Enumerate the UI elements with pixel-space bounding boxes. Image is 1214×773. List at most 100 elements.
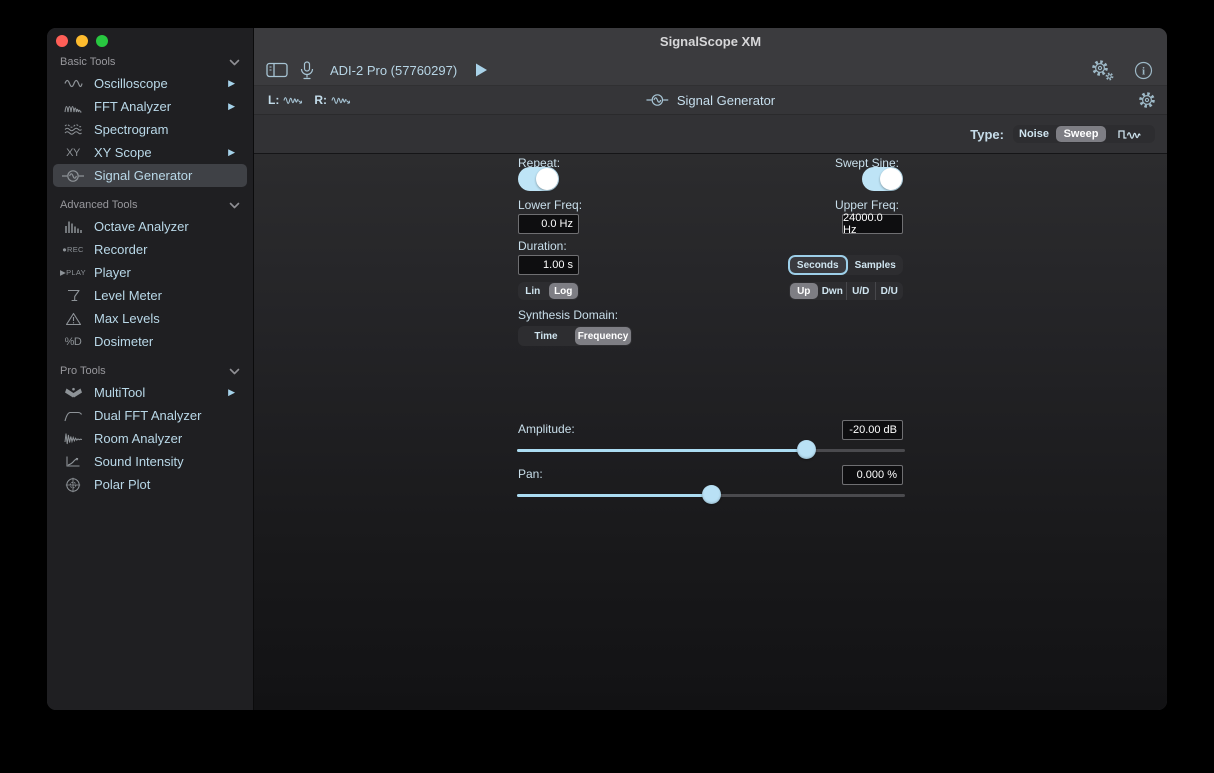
sidebar-item-label: Polar Plot — [94, 477, 241, 492]
main-area: SignalScope XM ADI-2 Pro (57760297) — [254, 28, 1167, 710]
direction-up-down[interactable]: U/D — [846, 282, 875, 300]
window-title: SignalScope XM — [660, 34, 761, 49]
window-controls — [56, 35, 108, 47]
repeat-toggle[interactable] — [518, 167, 559, 191]
amplitude-label: Amplitude: — [518, 422, 575, 436]
duration-unit-segmented-control: Seconds Samples — [788, 255, 903, 275]
duration-input[interactable]: 1.00 s — [518, 255, 579, 275]
pan-input[interactable]: 0.000 % — [842, 465, 903, 485]
sidebar-item-fft-analyzer[interactable]: FFT Analyzer ▶ — [53, 95, 247, 118]
sidebar-item-sound-intensity[interactable]: Sound Intensity — [53, 450, 247, 473]
disclosure-arrow-icon[interactable]: ▶ — [228, 78, 241, 89]
sidebar-item-label: Dosimeter — [94, 334, 241, 349]
direction-down[interactable]: Dwn — [819, 282, 847, 300]
signal-generator-panel: Repeat: Swept Sine: Lower Freq: 0.0 Hz U… — [254, 154, 1167, 710]
dual-fft-icon — [59, 410, 87, 422]
pan-slider[interactable] — [517, 485, 905, 505]
direction-down-up[interactable]: D/U — [875, 282, 904, 300]
sidebar-item-label: Recorder — [94, 242, 241, 257]
upper-freq-label: Upper Freq: — [799, 198, 899, 212]
polar-plot-icon — [59, 477, 87, 493]
sidebar-item-label: FFT Analyzer — [94, 99, 228, 114]
sidebar-item-label: Level Meter — [94, 288, 241, 303]
sidebar-item-octave-analyzer[interactable]: Octave Analyzer — [53, 215, 247, 238]
tool-title: Signal Generator — [677, 93, 775, 108]
synthesis-time[interactable]: Time — [518, 326, 574, 346]
percent-d-icon: %D — [59, 336, 87, 348]
chevron-down-icon[interactable] — [229, 368, 240, 375]
sidebar-item-max-levels[interactable]: Max Levels — [53, 307, 247, 330]
sidebar-tool-list: Basic Tools Oscilloscope ▶ FFT Analyzer … — [47, 52, 253, 496]
sidebar-toggle-icon[interactable] — [266, 62, 288, 78]
chevron-down-icon[interactable] — [229, 59, 240, 66]
sidebar-section-advanced-tools[interactable]: Advanced Tools — [47, 195, 253, 215]
amplitude-slider[interactable] — [517, 440, 905, 460]
close-window-button[interactable] — [56, 35, 68, 47]
sidebar-item-dosimeter[interactable]: %D Dosimeter — [53, 330, 247, 353]
section-header-label: Advanced Tools — [60, 199, 137, 211]
square-sine-wave-icon[interactable] — [1107, 125, 1155, 143]
microphone-icon[interactable] — [300, 61, 314, 80]
swept-sine-toggle[interactable] — [862, 167, 903, 191]
signal-generator-icon — [59, 169, 87, 183]
sidebar-item-multitool[interactable]: MultiTool ▶ — [53, 381, 247, 404]
type-option-sweep[interactable]: Sweep — [1056, 126, 1106, 142]
play-text-icon: ▶PLAY — [59, 268, 87, 277]
disclosure-arrow-icon[interactable]: ▶ — [228, 147, 241, 158]
chevron-down-icon[interactable] — [229, 202, 240, 209]
sidebar-item-player[interactable]: ▶PLAY Player — [53, 261, 247, 284]
right-channel-label: R: — [314, 93, 327, 107]
duration-unit-samples[interactable]: Samples — [848, 255, 904, 275]
sidebar-item-signal-generator[interactable]: Signal Generator — [53, 164, 247, 187]
lower-freq-label: Lower Freq: — [518, 198, 582, 212]
sidebar-item-dual-fft-analyzer[interactable]: Dual FFT Analyzer — [53, 404, 247, 427]
sidebar-section-basic-tools[interactable]: Basic Tools — [47, 52, 253, 72]
play-button[interactable] — [473, 62, 489, 78]
lower-freq-input[interactable]: 0.0 Hz — [518, 214, 579, 234]
left-channel-waveform-icon[interactable] — [283, 94, 304, 107]
sidebar-item-label: Signal Generator — [94, 168, 241, 183]
upper-freq-input[interactable]: 24000.0 Hz — [842, 214, 903, 234]
tool-title-group: Signal Generator — [646, 93, 775, 108]
settings-gears-icon[interactable] — [1089, 58, 1116, 82]
disclosure-arrow-icon[interactable]: ▶ — [228, 101, 241, 112]
sidebar-item-recorder[interactable]: ●REC Recorder — [53, 238, 247, 261]
sidebar-item-oscilloscope[interactable]: Oscilloscope ▶ — [53, 72, 247, 95]
amplitude-slider-knob[interactable] — [797, 440, 816, 459]
amplitude-input[interactable]: -20.00 dB — [842, 420, 903, 440]
pan-label: Pan: — [518, 467, 543, 481]
oscilloscope-icon — [59, 77, 87, 90]
right-channel-waveform-icon[interactable] — [331, 94, 352, 107]
toggle-knob — [880, 168, 902, 190]
sidebar-item-polar-plot[interactable]: Polar Plot — [53, 473, 247, 496]
duration-unit-seconds[interactable]: Seconds — [788, 255, 848, 275]
disclosure-arrow-icon[interactable]: ▶ — [228, 387, 241, 398]
synthesis-domain-segmented-control: Time Frequency — [518, 326, 632, 346]
tool-settings-gear-icon[interactable] — [1137, 90, 1157, 110]
sidebar-item-xy-scope[interactable]: XY XY Scope ▶ — [53, 141, 247, 164]
audio-device-selector[interactable]: ADI-2 Pro (57760297) — [330, 63, 457, 78]
type-segmented-control: Noise Sweep — [1013, 125, 1155, 143]
direction-up[interactable]: Up — [790, 283, 818, 299]
pan-slider-knob[interactable] — [702, 485, 721, 504]
sidebar-item-room-analyzer[interactable]: Room Analyzer — [53, 427, 247, 450]
channel-toolbar: L: R: Signal Generator — [254, 86, 1167, 115]
section-header-label: Pro Tools — [60, 365, 106, 377]
sidebar-item-label: Player — [94, 265, 241, 280]
app-window: Basic Tools Oscilloscope ▶ FFT Analyzer … — [47, 28, 1167, 710]
freq-scale-lin[interactable]: Lin — [518, 282, 548, 300]
sidebar-item-spectrogram[interactable]: Spectrogram — [53, 118, 247, 141]
sidebar-item-level-meter[interactable]: Level Meter — [53, 284, 247, 307]
slider-fill — [517, 494, 711, 497]
sound-intensity-icon — [59, 455, 87, 468]
synthesis-frequency[interactable]: Frequency — [575, 327, 631, 345]
freq-scale-log[interactable]: Log — [549, 283, 579, 299]
sidebar-section-pro-tools[interactable]: Pro Tools — [47, 361, 253, 381]
minimize-window-button[interactable] — [76, 35, 88, 47]
type-option-noise[interactable]: Noise — [1013, 125, 1055, 143]
sidebar: Basic Tools Oscilloscope ▶ FFT Analyzer … — [47, 28, 254, 710]
type-toolbar: Type: Noise Sweep — [254, 115, 1167, 154]
info-icon[interactable]: i — [1134, 61, 1153, 80]
zoom-window-button[interactable] — [96, 35, 108, 47]
sweep-direction-segmented-control: Up Dwn U/D D/U — [789, 282, 903, 300]
